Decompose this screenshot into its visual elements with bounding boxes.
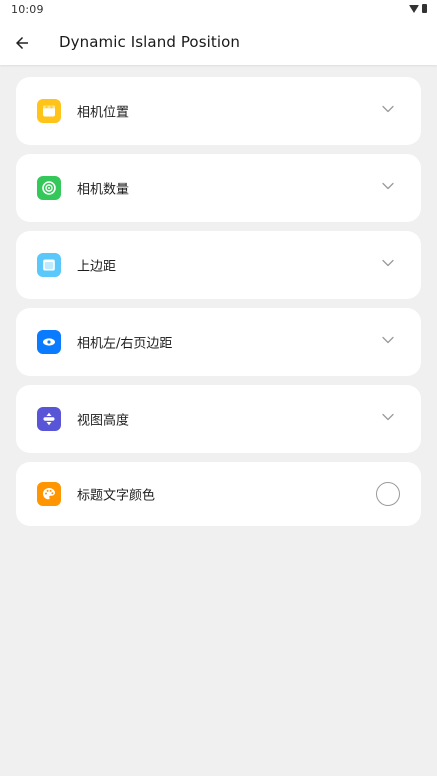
chevron-down-icon[interactable] <box>381 179 395 193</box>
color-radio-button[interactable] <box>376 482 400 506</box>
view-height-icon <box>37 407 61 431</box>
chevron-down-icon[interactable] <box>381 256 395 270</box>
status-time: 10:09 <box>11 3 44 16</box>
setting-camera-count[interactable]: 相机数量 <box>16 154 421 222</box>
setting-camera-position[interactable]: 相机位置 <box>16 77 421 145</box>
arrow-left-icon <box>16 37 28 49</box>
setting-label: 上边距 <box>77 259 117 275</box>
setting-label: 视图高度 <box>77 413 130 429</box>
back-button[interactable] <box>10 31 34 55</box>
setting-label: 标题文字颜色 <box>77 488 156 504</box>
settings-list: 相机位置 相机数量 上边距 相机左/右页边距 视图高度 标题文字颜色 <box>16 77 421 535</box>
top-margin-icon <box>37 253 61 277</box>
wifi-icon <box>409 4 419 13</box>
camera-count-icon <box>37 176 61 200</box>
setting-top-margin[interactable]: 上边距 <box>16 231 421 299</box>
chevron-down-icon[interactable] <box>381 102 395 116</box>
setting-label: 相机左/右页边距 <box>77 336 173 352</box>
chevron-down-icon[interactable] <box>381 410 395 424</box>
side-margin-icon <box>37 330 61 354</box>
app-bar: Dynamic Island Position <box>0 20 437 65</box>
status-bar: 10:09 <box>0 0 437 20</box>
camera-position-icon <box>37 99 61 123</box>
setting-title-text-color[interactable]: 标题文字颜色 <box>16 462 421 526</box>
setting-view-height[interactable]: 视图高度 <box>16 385 421 453</box>
page-title: Dynamic Island Position <box>59 33 241 51</box>
setting-label: 相机位置 <box>77 105 130 121</box>
setting-side-margin[interactable]: 相机左/右页边距 <box>16 308 421 376</box>
palette-icon <box>37 482 61 506</box>
chevron-down-icon[interactable] <box>381 333 395 347</box>
status-icons <box>409 4 427 13</box>
setting-label: 相机数量 <box>77 182 130 198</box>
battery-icon <box>422 4 427 13</box>
